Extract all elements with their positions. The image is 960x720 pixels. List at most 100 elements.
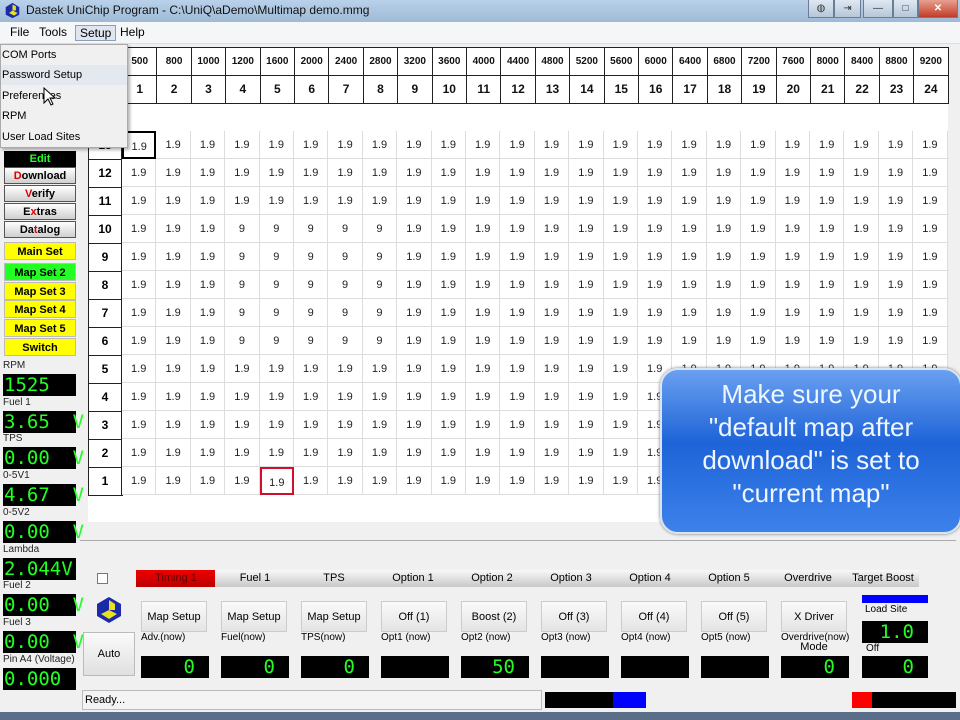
map-cell[interactable]: 9 bbox=[259, 215, 294, 243]
map-cell[interactable]: 1.9 bbox=[913, 327, 948, 355]
map-cell[interactable]: 1.9 bbox=[190, 411, 226, 439]
map-cell[interactable]: 1.9 bbox=[810, 327, 845, 355]
map-cell[interactable]: 1.9 bbox=[294, 383, 329, 411]
map-cell[interactable]: 1.9 bbox=[156, 327, 191, 355]
map-cell[interactable]: 1.9 bbox=[500, 439, 535, 467]
map-cell[interactable]: 1.9 bbox=[156, 299, 191, 327]
map-cell[interactable]: 1.9 bbox=[362, 187, 398, 215]
map-cell[interactable]: 9 bbox=[225, 327, 260, 355]
map-cell[interactable]: 1.9 bbox=[706, 271, 742, 299]
map-cell[interactable]: 9 bbox=[294, 327, 329, 355]
map-cell[interactable]: 1.9 bbox=[810, 243, 845, 271]
map-cell[interactable]: 1.9 bbox=[500, 271, 535, 299]
map-cell[interactable]: 1.9 bbox=[156, 411, 191, 439]
map-cell[interactable]: 1.9 bbox=[466, 327, 501, 355]
map-cell[interactable]: 1.9 bbox=[603, 159, 638, 187]
map-cell[interactable]: 1.9 bbox=[156, 243, 191, 271]
map-cell[interactable]: 1.9 bbox=[431, 215, 466, 243]
map-cell[interactable]: 1.9 bbox=[397, 383, 432, 411]
map-setup-button[interactable]: Boost (2) bbox=[461, 601, 527, 632]
verify-button[interactable]: Verify bbox=[4, 185, 76, 202]
map-cell[interactable]: 9 bbox=[294, 299, 329, 327]
map-cell[interactable]: 1.9 bbox=[603, 131, 638, 159]
map-cell[interactable]: 1.9 bbox=[122, 383, 157, 411]
map-cell[interactable]: 1.9 bbox=[638, 299, 673, 327]
map-cell[interactable]: 1.9 bbox=[638, 243, 673, 271]
map-cell[interactable]: 1.9 bbox=[603, 411, 638, 439]
map-cell[interactable]: 1.9 bbox=[569, 411, 604, 439]
map-set-4-button[interactable]: Map Set 4 bbox=[4, 300, 76, 318]
map-cell[interactable]: 1.9 bbox=[466, 271, 501, 299]
map-cell[interactable]: 1.9 bbox=[259, 439, 294, 467]
map-cell[interactable]: 1.9 bbox=[500, 187, 535, 215]
map-cell[interactable]: 9 bbox=[259, 243, 294, 271]
map-cell[interactable]: 1.9 bbox=[431, 467, 466, 495]
map-cell[interactable]: 9 bbox=[328, 243, 363, 271]
map-cell[interactable]: 1.9 bbox=[362, 467, 398, 495]
map-cell[interactable]: 1.9 bbox=[259, 131, 294, 159]
map-cell[interactable]: 1.9 bbox=[431, 299, 466, 327]
map-cell[interactable]: 1.9 bbox=[913, 187, 948, 215]
map-cell[interactable]: 1.9 bbox=[294, 187, 329, 215]
map-cell[interactable]: 1.9 bbox=[259, 355, 294, 383]
map-cell[interactable]: 1.9 bbox=[122, 467, 157, 495]
main-set-button[interactable]: Main Set bbox=[4, 242, 76, 260]
map-cell[interactable]: 1.9 bbox=[328, 411, 363, 439]
menu-item-user-load-sites[interactable]: User Load Sites bbox=[1, 127, 127, 147]
map-cell[interactable]: 1.9 bbox=[225, 187, 260, 215]
map-cell[interactable]: 1.9 bbox=[397, 243, 432, 271]
checkbox[interactable] bbox=[97, 573, 108, 584]
map-cell[interactable]: 1.9 bbox=[500, 355, 535, 383]
map-cell[interactable]: 1.9 bbox=[156, 271, 191, 299]
map-cell[interactable]: 1.9 bbox=[225, 383, 260, 411]
map-cell[interactable]: 1.9 bbox=[672, 327, 707, 355]
map-cell[interactable]: 1.9 bbox=[397, 299, 432, 327]
map-cell[interactable]: 1.9 bbox=[397, 131, 432, 159]
map-cell[interactable]: 1.9 bbox=[466, 383, 501, 411]
map-cell[interactable]: 1.9 bbox=[638, 159, 673, 187]
map-cell[interactable]: 1.9 bbox=[500, 383, 535, 411]
map-cell[interactable]: 1.9 bbox=[878, 215, 914, 243]
map-cell[interactable]: 1.9 bbox=[190, 243, 226, 271]
map-cell[interactable]: 1.9 bbox=[431, 439, 466, 467]
map-cell[interactable]: 1.9 bbox=[259, 383, 294, 411]
map-cell[interactable]: 1.9 bbox=[878, 187, 914, 215]
map-cell[interactable]: 1.9 bbox=[225, 411, 260, 439]
map-cell[interactable]: 1.9 bbox=[534, 159, 570, 187]
map-cell[interactable]: 1.9 bbox=[328, 439, 363, 467]
map-cell[interactable]: 1.9 bbox=[672, 271, 707, 299]
datalog-button[interactable]: Datalog bbox=[4, 221, 76, 238]
map-set-5-button[interactable]: Map Set 5 bbox=[4, 319, 76, 337]
map-cell[interactable]: 1.9 bbox=[122, 243, 157, 271]
map-setup-button[interactable]: Off (5) bbox=[701, 601, 767, 632]
map-cell[interactable]: 9 bbox=[362, 271, 398, 299]
map-cell[interactable]: 1.9 bbox=[190, 299, 226, 327]
map-cell[interactable]: 1.9 bbox=[122, 299, 157, 327]
map-cell[interactable]: 1.9 bbox=[913, 271, 948, 299]
map-cell[interactable]: 1.9 bbox=[569, 243, 604, 271]
map-cell[interactable]: 9 bbox=[328, 327, 363, 355]
map-cell[interactable]: 1.9 bbox=[328, 159, 363, 187]
map-cell[interactable]: 1.9 bbox=[878, 243, 914, 271]
map-cell[interactable]: 1.9 bbox=[225, 159, 260, 187]
map-cell[interactable]: 9 bbox=[362, 243, 398, 271]
map-cell[interactable]: 1.9 bbox=[328, 467, 363, 495]
map-cell[interactable]: 1.9 bbox=[156, 187, 191, 215]
menu-help[interactable]: Help bbox=[116, 25, 149, 41]
map-cell[interactable]: 1.9 bbox=[878, 299, 914, 327]
map-cell[interactable]: 1.9 bbox=[603, 299, 638, 327]
map-cell[interactable]: 1.9 bbox=[534, 215, 570, 243]
map-cell[interactable]: 1.9 bbox=[534, 327, 570, 355]
map-cell[interactable]: 1.9 bbox=[156, 131, 191, 159]
map-cell[interactable]: 1.9 bbox=[156, 439, 191, 467]
map-setup-button[interactable]: Off (4) bbox=[621, 601, 687, 632]
map-cell[interactable]: 1.9 bbox=[603, 355, 638, 383]
map-cell[interactable]: 1.9 bbox=[259, 187, 294, 215]
map-cell[interactable]: 1.9 bbox=[534, 271, 570, 299]
map-cell[interactable]: 1.9 bbox=[259, 411, 294, 439]
map-cell[interactable]: 1.9 bbox=[672, 299, 707, 327]
map-cell[interactable]: 1.9 bbox=[431, 271, 466, 299]
map-cell[interactable]: 1.9 bbox=[294, 439, 329, 467]
menu-setup[interactable]: Setup bbox=[75, 25, 117, 41]
map-cell[interactable]: 1.9 bbox=[844, 271, 879, 299]
